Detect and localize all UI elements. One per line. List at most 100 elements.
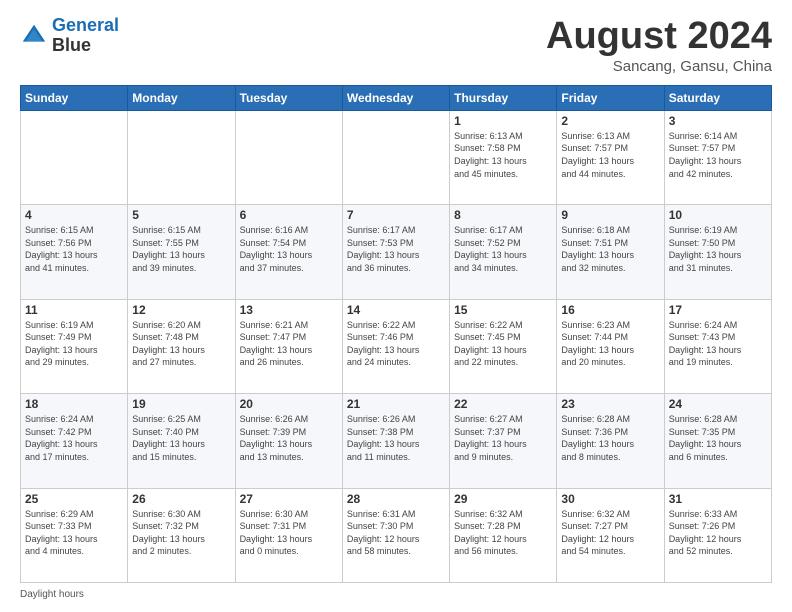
- title-block: August 2024 Sancang, Gansu, China: [546, 16, 772, 75]
- calendar-cell: 12Sunrise: 6:20 AM Sunset: 7:48 PM Dayli…: [128, 299, 235, 393]
- day-number: 28: [347, 492, 445, 506]
- day-number: 4: [25, 208, 123, 222]
- calendar-cell: 19 Sunrise: 6:25 AM Sunset: 7:40 PM Dayli…: [128, 394, 235, 488]
- day-number: 5: [132, 208, 230, 222]
- calendar-cell: 25 Sunrise: 6:29 AM Sunset: 7:33 PM Dayli…: [21, 488, 128, 582]
- day-info: Sunrise: 6:28 AM Sunset: 7:35 PM Dayligh…: [669, 413, 767, 463]
- day-number: 6: [240, 208, 338, 222]
- calendar-cell: 2 Sunrise: 6:13 AM Sunset: 7:57 PM Daylig…: [557, 110, 664, 204]
- day-info: Sunrise: 6:17 AM Sunset: 7:52 PM Dayligh…: [454, 224, 552, 274]
- calendar-cell: 11 Sunrise: 6:19 AM Sunset: 7:49 PM Dayli…: [21, 299, 128, 393]
- week-row-5: 25 Sunrise: 6:29 AM Sunset: 7:33 PM Dayli…: [21, 488, 772, 582]
- calendar-cell: 30Sunrise: 6:32 AM Sunset: 7:27 PM Dayli…: [557, 488, 664, 582]
- day-number: 31: [669, 492, 767, 506]
- day-info: Sunrise: 6:17 AM Sunset: 7:53 PM Dayligh…: [347, 224, 445, 274]
- day-info: Sunrise: 6:18 AM Sunset: 7:51 PM Dayligh…: [561, 224, 659, 274]
- logo: General Blue: [20, 16, 119, 56]
- day-info: Sunrise: 6:32 AM Sunset: 7:28 PM Dayligh…: [454, 508, 552, 558]
- page: General Blue August 2024 Sancang, Gansu,…: [0, 0, 792, 612]
- day-info: Sunrise: 6:19 AM Sunset: 7:50 PM Dayligh…: [669, 224, 767, 274]
- day-number: 26: [132, 492, 230, 506]
- calendar-cell: 5 Sunrise: 6:15 AM Sunset: 7:55 PM Daylig…: [128, 205, 235, 299]
- calendar-cell: 28Sunrise: 6:31 AM Sunset: 7:30 PM Dayli…: [342, 488, 449, 582]
- calendar-cell: 21 Sunrise: 6:26 AM Sunset: 7:38 PM Dayli…: [342, 394, 449, 488]
- day-number: 21: [347, 397, 445, 411]
- day-info: Sunrise: 6:23 AM Sunset: 7:44 PM Dayligh…: [561, 319, 659, 369]
- calendar-cell: 24 Sunrise: 6:28 AM Sunset: 7:35 PM Dayli…: [664, 394, 771, 488]
- subtitle: Sancang, Gansu, China: [546, 58, 772, 75]
- calendar-cell: 27 Sunrise: 6:30 AM Sunset: 7:31 PM Dayli…: [235, 488, 342, 582]
- week-row-4: 18Sunrise: 6:24 AM Sunset: 7:42 PM Dayli…: [21, 394, 772, 488]
- day-header-saturday: Saturday: [664, 85, 771, 110]
- calendar-table: SundayMondayTuesdayWednesdayThursdayFrid…: [20, 85, 772, 583]
- week-row-3: 11 Sunrise: 6:19 AM Sunset: 7:49 PM Dayli…: [21, 299, 772, 393]
- day-number: 19: [132, 397, 230, 411]
- day-info: Sunrise: 6:16 AM Sunset: 7:54 PM Dayligh…: [240, 224, 338, 274]
- day-info: Sunrise: 6:32 AM Sunset: 7:27 PM Dayligh…: [561, 508, 659, 558]
- calendar-cell: 7 Sunrise: 6:17 AM Sunset: 7:53 PM Daylig…: [342, 205, 449, 299]
- day-header-sunday: Sunday: [21, 85, 128, 110]
- day-info: Sunrise: 6:25 AM Sunset: 7:40 PM Dayligh…: [132, 413, 230, 463]
- day-number: 14: [347, 303, 445, 317]
- calendar-cell: [235, 110, 342, 204]
- day-header-thursday: Thursday: [450, 85, 557, 110]
- day-info: Sunrise: 6:14 AM Sunset: 7:57 PM Dayligh…: [669, 130, 767, 180]
- calendar-cell: 10 Sunrise: 6:19 AM Sunset: 7:50 PM Dayli…: [664, 205, 771, 299]
- day-info: Sunrise: 6:13 AM Sunset: 7:57 PM Dayligh…: [561, 130, 659, 180]
- day-number: 20: [240, 397, 338, 411]
- calendar-cell: 20Sunrise: 6:26 AM Sunset: 7:39 PM Dayli…: [235, 394, 342, 488]
- calendar-cell: 3Sunrise: 6:14 AM Sunset: 7:57 PM Daylig…: [664, 110, 771, 204]
- day-info: Sunrise: 6:30 AM Sunset: 7:31 PM Dayligh…: [240, 508, 338, 558]
- calendar-cell: 26 Sunrise: 6:30 AM Sunset: 7:32 PM Dayli…: [128, 488, 235, 582]
- calendar-cell: 22Sunrise: 6:27 AM Sunset: 7:37 PM Dayli…: [450, 394, 557, 488]
- calendar-cell: 1Sunrise: 6:13 AM Sunset: 7:58 PM Daylig…: [450, 110, 557, 204]
- calendar-cell: [342, 110, 449, 204]
- calendar-cell: 18Sunrise: 6:24 AM Sunset: 7:42 PM Dayli…: [21, 394, 128, 488]
- day-info: Sunrise: 6:30 AM Sunset: 7:32 PM Dayligh…: [132, 508, 230, 558]
- day-header-monday: Monday: [128, 85, 235, 110]
- day-number: 9: [561, 208, 659, 222]
- day-number: 12: [132, 303, 230, 317]
- day-number: 10: [669, 208, 767, 222]
- calendar-cell: 23Sunrise: 6:28 AM Sunset: 7:36 PM Dayli…: [557, 394, 664, 488]
- calendar-cell: 17Sunrise: 6:24 AM Sunset: 7:43 PM Dayli…: [664, 299, 771, 393]
- day-info: Sunrise: 6:26 AM Sunset: 7:38 PM Dayligh…: [347, 413, 445, 463]
- calendar-cell: 29 Sunrise: 6:32 AM Sunset: 7:28 PM Dayli…: [450, 488, 557, 582]
- day-number: 25: [25, 492, 123, 506]
- day-info: Sunrise: 6:21 AM Sunset: 7:47 PM Dayligh…: [240, 319, 338, 369]
- day-info: Sunrise: 6:29 AM Sunset: 7:33 PM Dayligh…: [25, 508, 123, 558]
- logo-line2: Blue: [52, 36, 119, 56]
- day-number: 13: [240, 303, 338, 317]
- day-info: Sunrise: 6:15 AM Sunset: 7:56 PM Dayligh…: [25, 224, 123, 274]
- day-number: 24: [669, 397, 767, 411]
- calendar-cell: [21, 110, 128, 204]
- day-number: 11: [25, 303, 123, 317]
- day-number: 7: [347, 208, 445, 222]
- day-number: 2: [561, 114, 659, 128]
- day-header-friday: Friday: [557, 85, 664, 110]
- day-number: 29: [454, 492, 552, 506]
- header: General Blue August 2024 Sancang, Gansu,…: [20, 16, 772, 75]
- day-number: 22: [454, 397, 552, 411]
- day-number: 15: [454, 303, 552, 317]
- day-info: Sunrise: 6:15 AM Sunset: 7:55 PM Dayligh…: [132, 224, 230, 274]
- day-info: Sunrise: 6:33 AM Sunset: 7:26 PM Dayligh…: [669, 508, 767, 558]
- calendar-cell: 6 Sunrise: 6:16 AM Sunset: 7:54 PM Daylig…: [235, 205, 342, 299]
- calendar-cell: 13 Sunrise: 6:21 AM Sunset: 7:47 PM Dayli…: [235, 299, 342, 393]
- week-row-1: 1Sunrise: 6:13 AM Sunset: 7:58 PM Daylig…: [21, 110, 772, 204]
- day-number: 27: [240, 492, 338, 506]
- footer: Daylight hours: [20, 589, 772, 600]
- day-number: 17: [669, 303, 767, 317]
- day-number: 18: [25, 397, 123, 411]
- day-info: Sunrise: 6:19 AM Sunset: 7:49 PM Dayligh…: [25, 319, 123, 369]
- logo-icon: [20, 22, 48, 50]
- day-number: 8: [454, 208, 552, 222]
- calendar-cell: 4 Sunrise: 6:15 AM Sunset: 7:56 PM Daylig…: [21, 205, 128, 299]
- logo-line1: General: [52, 15, 119, 35]
- calendar-cell: 31 Sunrise: 6:33 AM Sunset: 7:26 PM Dayli…: [664, 488, 771, 582]
- calendar-cell: 14Sunrise: 6:22 AM Sunset: 7:46 PM Dayli…: [342, 299, 449, 393]
- day-number: 16: [561, 303, 659, 317]
- calendar-cell: 9 Sunrise: 6:18 AM Sunset: 7:51 PM Daylig…: [557, 205, 664, 299]
- calendar-cell: 16 Sunrise: 6:23 AM Sunset: 7:44 PM Dayli…: [557, 299, 664, 393]
- footer-label: Daylight hours: [20, 589, 84, 600]
